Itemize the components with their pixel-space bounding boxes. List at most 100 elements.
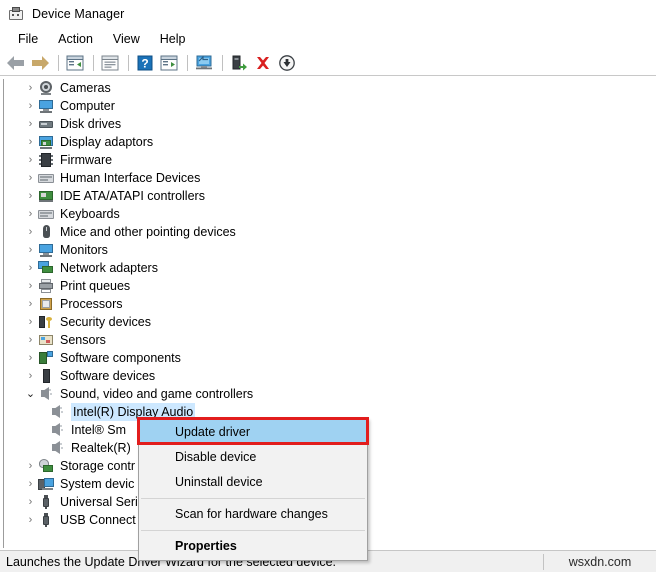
tree-item-label: Intel® Sm [71,423,127,437]
context-menu[interactable]: Update driver Disable device Uninstall d… [138,418,368,561]
monitor-icon [38,242,54,258]
tree-item-human-interface-devices[interactable]: › Human Interface Devices [4,169,653,187]
tree-item-label: Universal Seri [60,495,138,509]
disable-device-icon[interactable] [276,52,298,74]
tree-item-ide-ata-atapi-controllers[interactable]: › IDE ATA/ATAPI controllers [4,187,653,205]
device-manager-icon [8,6,24,22]
chevron-right-icon[interactable]: › [23,154,38,166]
camera-icon [38,80,54,96]
tree-item-disk-drives[interactable]: › Disk drives [4,115,653,133]
chevron-right-icon[interactable]: › [23,334,38,346]
forward-icon[interactable] [29,52,51,74]
tree-item-label: USB Connect [60,513,136,527]
tree-item-processors[interactable]: › Processors [4,295,653,313]
chevron-right-icon[interactable]: › [23,136,38,148]
keyboard-icon [38,206,54,222]
chevron-down-icon[interactable]: ⌄ [23,388,38,400]
chevron-right-icon[interactable]: › [23,514,38,526]
chevron-right-icon[interactable]: › [23,316,38,328]
chevron-right-icon[interactable]: › [23,280,38,292]
tree-item-label: Monitors [60,243,108,257]
context-menu-item-disable-device[interactable]: Disable device [139,445,367,470]
usb-icon [38,512,54,528]
tree-item-label: Print queues [60,279,131,293]
tree-item-label: Software components [60,351,181,365]
chevron-right-icon[interactable]: › [23,262,38,274]
chevron-right-icon[interactable]: › [23,118,38,130]
chevron-right-icon[interactable]: › [23,352,38,364]
tree-item-network-adapters[interactable]: › Network adapters [4,259,653,277]
back-icon[interactable] [5,52,27,74]
scan-hardware-changes-icon[interactable] [193,52,215,74]
menu-action[interactable]: Action [48,30,103,48]
chevron-right-icon[interactable]: › [23,496,38,508]
speaker-icon [49,422,65,438]
tree-item-firmware[interactable]: › Firmware [4,151,653,169]
chevron-right-icon[interactable]: › [23,172,38,184]
tree-item-label: Software devices [60,369,156,383]
help-icon[interactable]: ? [134,52,156,74]
chevron-right-icon[interactable]: › [23,244,38,256]
hid-icon [38,170,54,186]
chevron-right-icon[interactable]: › [23,190,38,202]
tree-item-label: IDE ATA/ATAPI controllers [60,189,205,203]
speaker-icon [38,386,54,402]
chevron-right-icon[interactable]: › [23,226,38,238]
software-component-icon [38,350,54,366]
tree-item-label: Processors [60,297,123,311]
context-menu-item-scan-for-hardware-changes[interactable]: Scan for hardware changes [139,502,367,527]
system-device-icon [38,476,54,492]
tree-item-computer[interactable]: › Computer [4,97,653,115]
menu-view[interactable]: View [103,30,150,48]
tree-item-label: Computer [60,99,115,113]
chevron-right-icon[interactable]: › [23,460,38,472]
tree-item-print-queues[interactable]: › Print queues [4,277,653,295]
context-menu-separator [141,498,365,499]
usb-icon [38,494,54,510]
properties-icon[interactable] [99,52,121,74]
tree-item-software-components[interactable]: › Software components [4,349,653,367]
tree-item-sound-video-and-game-controllers[interactable]: ⌄ Sound, video and game controllers [4,385,653,403]
sensor-icon [38,332,54,348]
network-adapter-icon [38,260,54,276]
tree-item-label: Security devices [60,315,152,329]
chevron-right-icon[interactable]: › [23,208,38,220]
disk-drive-icon [38,116,54,132]
tree-item-security-devices[interactable]: › Security devices [4,313,653,331]
toolbar-separator [222,54,223,71]
context-menu-item-uninstall-device[interactable]: Uninstall device [139,470,367,495]
update-driver-icon[interactable] [158,52,180,74]
chevron-right-icon[interactable]: › [23,370,38,382]
chevron-right-icon[interactable]: › [23,82,38,94]
ide-controller-icon [38,188,54,204]
uninstall-device-icon[interactable] [252,52,274,74]
context-menu-item-properties[interactable]: Properties [139,534,367,559]
enable-device-icon[interactable] [228,52,250,74]
tree-item-mice-and-other-pointing-devices[interactable]: › Mice and other pointing devices [4,223,653,241]
show-hide-console-tree-icon[interactable] [64,52,86,74]
tree-item-display-adaptors[interactable]: › Display adaptors [4,133,653,151]
chevron-right-icon[interactable]: › [23,478,38,490]
context-menu-separator [141,530,365,531]
tree-item-label: Display adaptors [60,135,154,149]
tree-item-monitors[interactable]: › Monitors [4,241,653,259]
tree-item-keyboards[interactable]: › Keyboards [4,205,653,223]
tree-item-sensors[interactable]: › Sensors [4,331,653,349]
chevron-right-icon[interactable]: › [23,298,38,310]
toolbar-separator [93,54,94,71]
tree-item-cameras[interactable]: › Cameras [4,79,653,97]
storage-controller-icon [38,458,54,474]
tree-item-software-devices[interactable]: › Software devices [4,367,653,385]
window-title: Device Manager [32,7,125,21]
context-menu-item-update-driver[interactable]: Update driver [139,420,367,445]
tree-item-label: System devic [60,477,135,491]
tree-item-label: Network adapters [60,261,158,275]
menu-file[interactable]: File [8,30,48,48]
tree-item-label: Human Interface Devices [60,171,201,185]
chevron-right-icon[interactable]: › [23,100,38,112]
tree-item-label: Realtek(R) [71,441,131,455]
menu-help[interactable]: Help [150,30,196,48]
menu-bar: File Action View Help [0,28,656,50]
toolbar-separator [128,54,129,71]
printer-icon [38,278,54,294]
